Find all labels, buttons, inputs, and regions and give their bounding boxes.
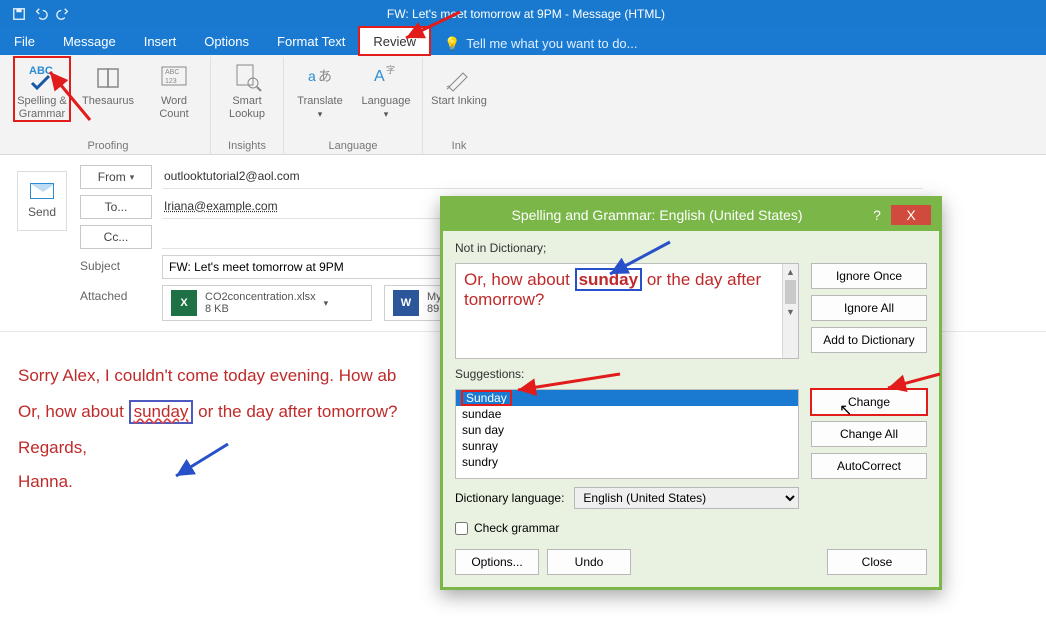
group-label-insights: Insights [228, 140, 266, 152]
attached-label: Attached [80, 285, 152, 321]
ink-icon [443, 61, 475, 93]
envelope-icon [30, 183, 54, 199]
check-grammar-label: Check grammar [474, 521, 559, 535]
ribbon-tabs: File Message Insert Options Format Text … [0, 27, 1046, 55]
quick-access-toolbar [4, 7, 70, 21]
tab-message[interactable]: Message [49, 27, 130, 55]
mouse-cursor-icon: ↖ [839, 400, 852, 420]
group-label-ink: Ink [452, 140, 467, 152]
chevron-down-icon: ▾ [130, 172, 135, 183]
tab-options[interactable]: Options [190, 27, 263, 55]
translate-icon: aあ [304, 61, 336, 93]
excel-icon: X [171, 290, 197, 316]
spelling-grammar-dialog: Spelling and Grammar: English (United St… [440, 196, 942, 590]
suggestions-label: Suggestions: [455, 367, 799, 381]
svg-text:ABC: ABC [29, 65, 53, 77]
undo-button[interactable]: Undo [547, 549, 631, 575]
ribbon-group-insights: Smart Lookup Insights [211, 57, 284, 154]
svg-text:字: 字 [386, 64, 395, 75]
chevron-down-icon: ▾ [318, 109, 323, 119]
tab-review[interactable]: Review [359, 27, 430, 55]
thesaurus-icon [92, 61, 124, 93]
flagged-word: sunday [575, 268, 643, 291]
dialog-help-button[interactable]: ? [863, 207, 891, 223]
close-button[interactable]: Close [827, 549, 927, 575]
change-all-button[interactable]: Change All [811, 421, 927, 447]
autocorrect-button[interactable]: AutoCorrect [811, 453, 927, 479]
word-count-button[interactable]: ABC123 Word Count [146, 57, 202, 121]
svg-text:123: 123 [165, 78, 177, 85]
smart-lookup-icon [231, 61, 263, 93]
ribbon-group-ink: Start Inking Ink [423, 57, 495, 154]
scrollbar[interactable]: ▲▼ [782, 264, 798, 358]
svg-text:a: a [308, 68, 316, 84]
dictionary-language-label: Dictionary language: [455, 491, 564, 505]
svg-text:A: A [374, 68, 385, 85]
ribbon: ABC Spelling & Grammar Thesaurus ABC123 … [0, 55, 1046, 155]
dialog-titlebar[interactable]: Spelling and Grammar: English (United St… [443, 199, 939, 231]
word-icon: W [393, 290, 419, 316]
svg-text:ABC: ABC [165, 69, 179, 76]
suggestion-item[interactable]: Sunday [462, 391, 511, 405]
subject-label: Subject [80, 255, 152, 279]
dialog-close-button[interactable]: X [891, 205, 931, 225]
not-in-dictionary-box[interactable]: Or, how about sunday or the day after to… [455, 263, 799, 359]
tab-insert[interactable]: Insert [130, 27, 191, 55]
from-value[interactable]: outlooktutorial2@aol.com [162, 165, 922, 189]
tell-me-search[interactable]: 💡 Tell me what you want to do... [430, 27, 651, 55]
tell-me-placeholder: Tell me what you want to do... [466, 34, 637, 54]
ribbon-group-language: aあ Translate▾ A字 Language▾ Language [284, 57, 423, 154]
ribbon-group-proofing: ABC Spelling & Grammar Thesaurus ABC123 … [6, 57, 211, 154]
misspelled-word: sunday [134, 402, 189, 421]
svg-text:あ: あ [318, 68, 332, 84]
dialog-title: Spelling and Grammar: English (United St… [451, 207, 863, 223]
start-inking-button[interactable]: Start Inking [431, 57, 487, 108]
ignore-all-button[interactable]: Ignore All [811, 295, 927, 321]
check-grammar-checkbox[interactable] [455, 522, 468, 535]
group-label-language: Language [329, 140, 378, 152]
not-in-dictionary-label: Not in Dictionary; [455, 241, 799, 255]
cc-button[interactable]: Cc... [80, 225, 152, 249]
tab-file[interactable]: File [0, 27, 49, 55]
suggestion-item[interactable]: sunray [456, 438, 798, 454]
redo-icon[interactable] [56, 7, 70, 21]
tab-formattext[interactable]: Format Text [263, 27, 359, 55]
window-title: FW: Let's meet tomorrow at 9PM - Message… [70, 7, 982, 21]
thesaurus-button[interactable]: Thesaurus [80, 57, 136, 121]
to-button[interactable]: To... [80, 195, 152, 219]
group-label-proofing: Proofing [88, 140, 129, 152]
ignore-once-button[interactable]: Ignore Once [811, 263, 927, 289]
translate-button[interactable]: aあ Translate▾ [292, 57, 348, 121]
language-button[interactable]: A字 Language▾ [358, 57, 414, 121]
add-to-dictionary-button[interactable]: Add to Dictionary [811, 327, 927, 353]
undo-icon[interactable] [34, 7, 48, 21]
attachment-chip[interactable]: X CO2concentration.xlsx8 KB ▾ [162, 285, 372, 321]
send-button[interactable]: Send [17, 171, 67, 231]
suggestion-item[interactable]: sun day [456, 422, 798, 438]
change-button[interactable]: Change [811, 389, 927, 415]
lightbulb-icon: 💡 [444, 34, 460, 54]
chevron-down-icon[interactable]: ▾ [324, 298, 329, 309]
from-button[interactable]: From▾ [80, 165, 152, 189]
suggestion-item[interactable]: sundry [456, 454, 798, 470]
save-icon[interactable] [12, 7, 26, 21]
window-titlebar: FW: Let's meet tomorrow at 9PM - Message… [0, 0, 1046, 27]
wordcount-icon: ABC 123 [158, 61, 190, 93]
language-icon: A字 [370, 61, 402, 93]
spelling-icon: ABC [26, 61, 58, 93]
suggestion-item[interactable]: sundae [456, 406, 798, 422]
smart-lookup-button[interactable]: Smart Lookup [219, 57, 275, 121]
chevron-down-icon: ▾ [384, 109, 389, 119]
spelling-grammar-button[interactable]: ABC Spelling & Grammar [14, 57, 70, 121]
suggestions-list[interactable]: Sunday sundae sun day sunray sundry [455, 389, 799, 479]
dictionary-language-select[interactable]: English (United States) [574, 487, 799, 509]
options-button[interactable]: Options... [455, 549, 539, 575]
